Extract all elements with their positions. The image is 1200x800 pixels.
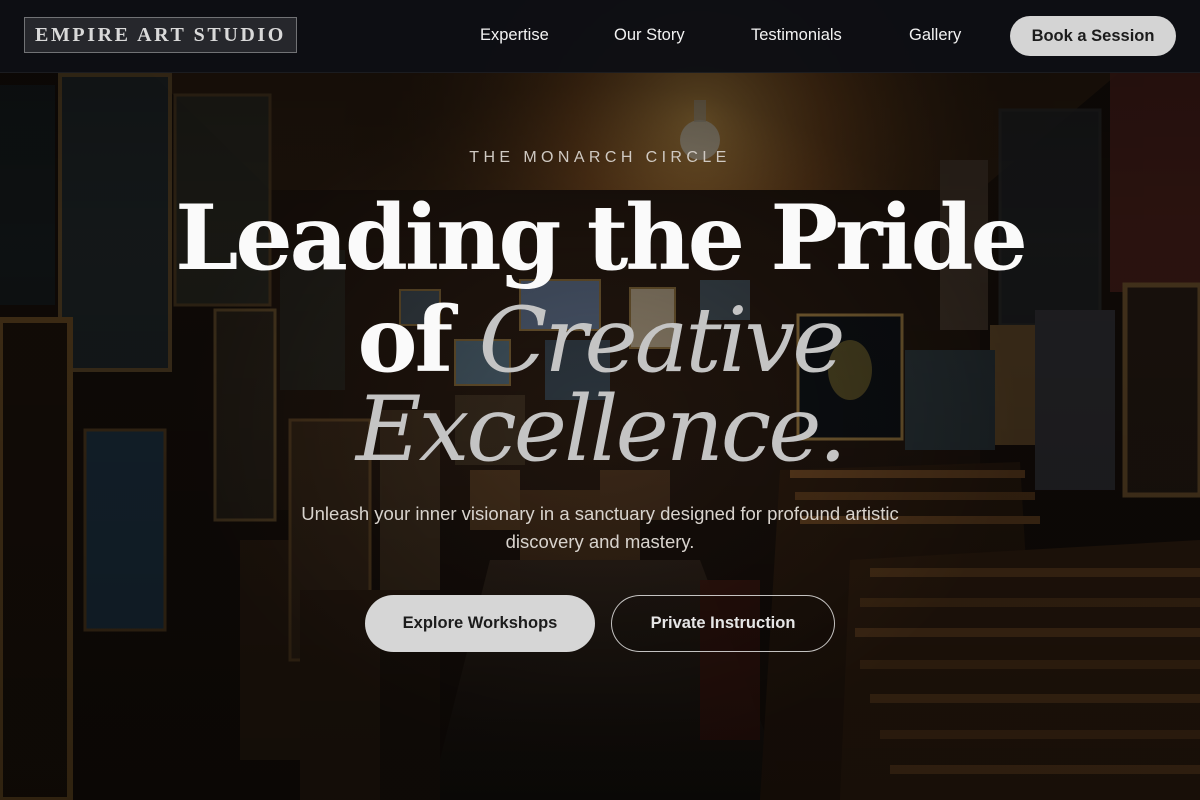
nav-link-expertise[interactable]: Expertise bbox=[480, 26, 549, 45]
nav-link-gallery[interactable]: Gallery bbox=[909, 26, 961, 45]
nav-link-testimonials[interactable]: Testimonials bbox=[751, 26, 842, 45]
hero-headline-line-2: of Creative bbox=[0, 290, 1200, 391]
top-navbar: EMPIRE ART STUDIO Expertise Our Story Te… bbox=[0, 0, 1200, 73]
explore-workshops-button[interactable]: Explore Workshops bbox=[365, 595, 595, 652]
book-session-button[interactable]: Book a Session bbox=[1010, 16, 1176, 56]
hero-eyebrow: THE MONARCH CIRCLE bbox=[469, 149, 731, 166]
nav-link-our-story[interactable]: Our Story bbox=[614, 26, 685, 45]
hero-headline-line-1: Leading the Pride bbox=[175, 185, 1028, 291]
hero-subtitle: Unleash your inner visionary in a sanctu… bbox=[301, 503, 899, 552]
hero-headline-line-3: Excellence. bbox=[355, 377, 847, 482]
brand-logo[interactable]: EMPIRE ART STUDIO bbox=[24, 17, 297, 53]
private-instruction-button[interactable]: Private Instruction bbox=[611, 595, 835, 652]
